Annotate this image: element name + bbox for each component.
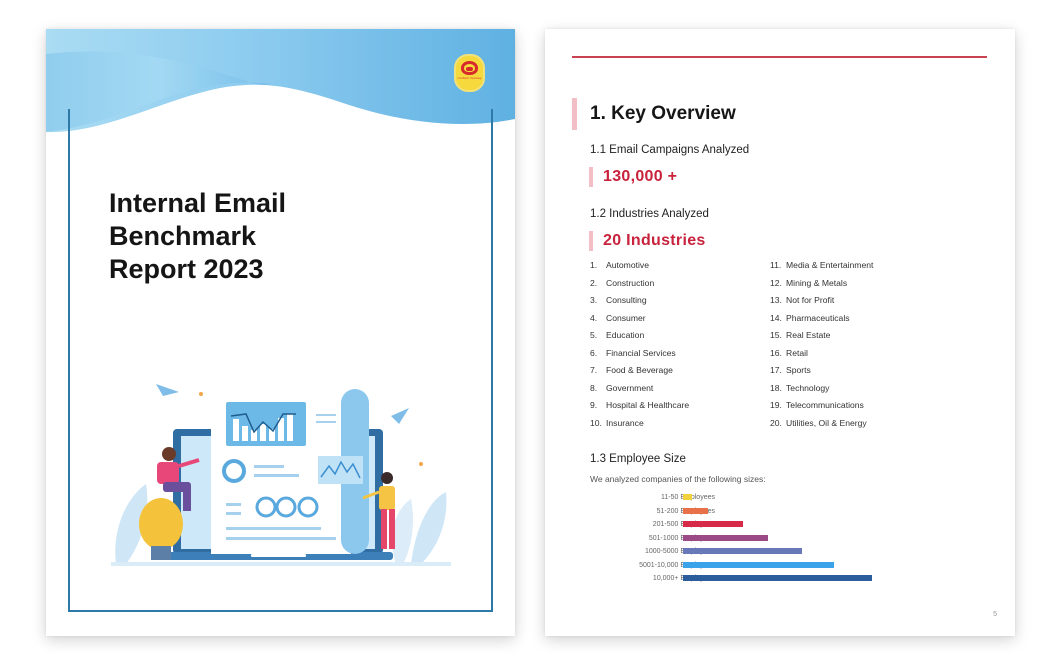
bar xyxy=(683,494,693,500)
industry-item: 19. Telecommunications xyxy=(770,400,864,410)
industry-item: 3. Consulting xyxy=(590,295,647,305)
woman-figure-icon xyxy=(381,472,393,484)
chart-row: 201-500 Employees xyxy=(585,518,965,532)
industries-heading: 1.2 Industries Analyzed xyxy=(590,208,709,220)
overview-page: 1. Key Overview 1.1 Email Campaigns Anal… xyxy=(545,29,1015,636)
industry-item: 18. Technology xyxy=(770,382,830,393)
chart-row: 501-1000 Employees xyxy=(585,532,965,546)
industry-item: 10. Insurance xyxy=(590,417,644,428)
man-figure-icon xyxy=(162,447,176,461)
industry-item: 14. Pharmaceuticals xyxy=(770,312,850,323)
bar xyxy=(683,534,769,541)
chart-row: 5001-10,000 Employees xyxy=(585,559,965,573)
industry-item: 12. Mining & Metals xyxy=(770,277,848,288)
employee-size-note: We analyzed companies of the following s… xyxy=(590,474,766,484)
employee-size-chart: 11-50 Employees51-200 Employees201-500 E… xyxy=(585,491,965,591)
employee-size-heading: 1.3 Employee Size xyxy=(590,453,686,465)
chart-row: 11-50 Employees xyxy=(585,491,965,505)
industry-item: 15. Real Estate xyxy=(770,330,831,340)
industry-item: 7. Food & Beverage xyxy=(590,365,673,375)
chart-row: 1000-5000 Employees xyxy=(585,545,965,559)
industry-item: 20. Utilities, Oil & Energy xyxy=(770,417,867,428)
paper-plane-icon xyxy=(156,384,179,396)
brand-logo: contact monkey xyxy=(454,54,485,92)
bar xyxy=(683,561,835,568)
campaigns-value: 130,000 + xyxy=(589,167,677,187)
top-rule-divider xyxy=(572,56,987,58)
section-title: 1. Key Overview xyxy=(572,98,736,130)
page-number: 5 xyxy=(993,611,997,618)
report-title: Internal Email Benchmark Report 2023 xyxy=(109,187,369,286)
industry-item: 4. Consumer xyxy=(590,312,646,323)
logo-text: contact monkey xyxy=(457,76,482,80)
bar xyxy=(683,507,708,514)
title-line: Report 2023 xyxy=(109,254,264,284)
cover-page: contact monkey Internal Email Benchmark … xyxy=(46,29,515,636)
chart-row: 51-200 Employees xyxy=(585,505,965,519)
industry-item: 6. Financial Services xyxy=(590,347,676,358)
industry-item: 13. Not for Profit xyxy=(770,295,835,305)
industry-item: 16. Retail xyxy=(770,347,808,358)
industry-item: 9. Hospital & Healthcare xyxy=(590,400,690,410)
lightbulb-icon xyxy=(139,498,183,550)
analytics-illustration xyxy=(111,384,451,566)
industry-item: 11. Media & Entertainment xyxy=(770,260,874,270)
campaigns-heading: 1.1 Email Campaigns Analyzed xyxy=(590,144,750,156)
industry-item: 5. Education xyxy=(590,330,645,340)
industry-item: 2. Construction xyxy=(590,277,655,288)
monkey-logo-icon xyxy=(461,61,478,75)
industry-item: 1. Automotive xyxy=(590,260,649,270)
industry-item: 17. Sports xyxy=(770,365,811,375)
title-line: Internal Email xyxy=(109,188,287,218)
bar xyxy=(683,548,803,554)
bar xyxy=(683,521,744,527)
title-line: Benchmark xyxy=(109,221,257,251)
chart-row: 10,000+ Employees xyxy=(585,572,965,586)
industry-list-left: 1. Automotive 2. Construction 3. Consulting… xyxy=(590,257,689,432)
industry-list-right: 11. Media & Entertainment 12. Mining & Met… xyxy=(770,257,873,432)
bar xyxy=(683,575,872,581)
industries-value: 20 Industries xyxy=(589,231,706,251)
industry-item: 8. Government xyxy=(590,382,654,393)
leaf-right-icon xyxy=(411,492,447,564)
